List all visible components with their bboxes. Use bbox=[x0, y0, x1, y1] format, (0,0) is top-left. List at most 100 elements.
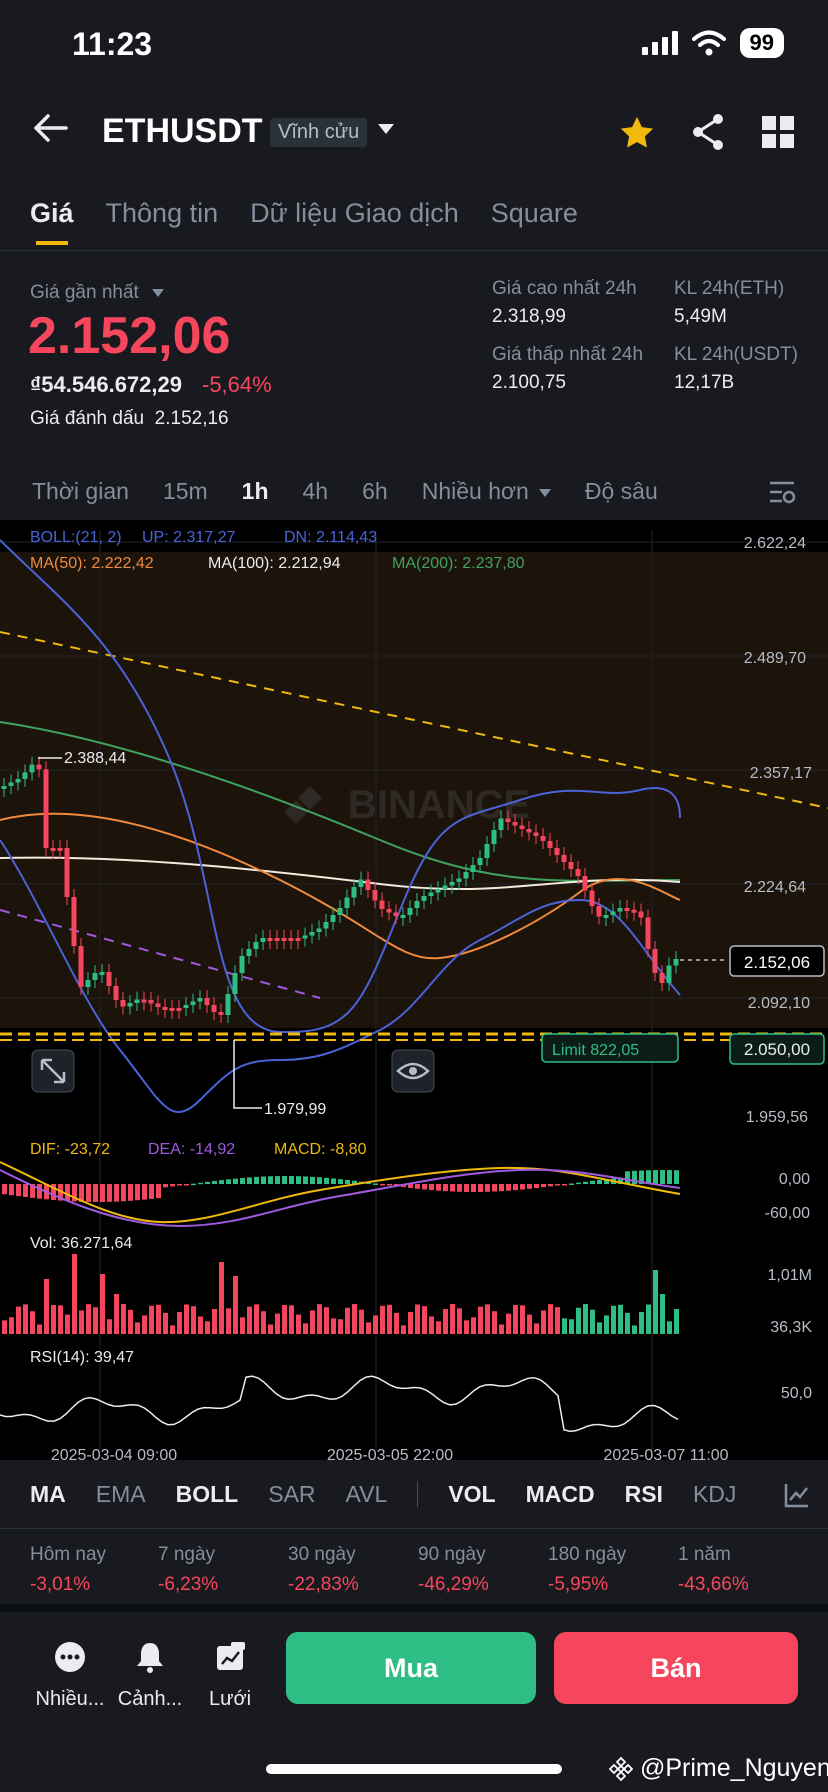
indicator-boll[interactable]: BOLL bbox=[176, 1481, 239, 1508]
perf-label: 90 ngày bbox=[418, 1544, 486, 1565]
vol-usdt-value: 12,17B bbox=[674, 372, 735, 393]
caret-down-icon[interactable] bbox=[152, 289, 164, 297]
chevron-down-icon[interactable] bbox=[378, 124, 394, 134]
candle-body bbox=[141, 999, 147, 1003]
layout-grid-icon[interactable] bbox=[762, 116, 794, 148]
macd-bar bbox=[142, 1184, 147, 1200]
indicator-macd[interactable]: MACD bbox=[526, 1481, 595, 1508]
tab-square[interactable]: Square bbox=[491, 198, 578, 229]
volume-bar bbox=[254, 1304, 259, 1334]
interval-15m[interactable]: 15m bbox=[163, 478, 208, 505]
macd-bar bbox=[240, 1177, 245, 1184]
more-tools-button[interactable]: Nhiều... bbox=[30, 1640, 110, 1711]
macd-bar bbox=[457, 1184, 462, 1192]
macd-bar bbox=[191, 1183, 196, 1186]
candle-body bbox=[323, 922, 329, 929]
visibility-button[interactable] bbox=[391, 1049, 435, 1093]
back-arrow-icon[interactable] bbox=[30, 108, 70, 148]
indicator-sar[interactable]: SAR bbox=[268, 1481, 315, 1508]
perf-value: -46,29% bbox=[418, 1574, 489, 1595]
candle-body bbox=[533, 832, 539, 836]
macd-bar bbox=[226, 1179, 231, 1184]
indicator-ma[interactable]: MA bbox=[30, 1481, 66, 1508]
buy-button[interactable]: Mua bbox=[286, 1632, 536, 1704]
indicator-vol[interactable]: VOL bbox=[448, 1481, 495, 1508]
indicator-rsi[interactable]: RSI bbox=[625, 1481, 663, 1508]
volume-bar bbox=[345, 1307, 350, 1334]
pair-title[interactable]: ETHUSDT bbox=[102, 112, 263, 151]
volume-bar bbox=[492, 1311, 497, 1334]
volume-bar bbox=[408, 1311, 413, 1334]
interval-more-label: Nhiều hơn bbox=[421, 478, 529, 504]
perf-7d: 7 ngày -6,23% bbox=[158, 1544, 288, 1596]
high-24h-value: 2.318,99 bbox=[492, 306, 566, 327]
interval-more[interactable]: Nhiều hơn bbox=[422, 478, 551, 505]
volume-bar bbox=[163, 1312, 168, 1334]
depth-tab[interactable]: Độ sâu bbox=[585, 478, 658, 505]
tab-trading-data[interactable]: Dữ liệu Giao dịch bbox=[250, 198, 459, 229]
volume-bar bbox=[513, 1305, 518, 1334]
interval-time[interactable]: Thời gian bbox=[32, 478, 129, 505]
volume-bar bbox=[667, 1321, 672, 1334]
volume-bar bbox=[9, 1317, 14, 1334]
chart-settings-icon[interactable] bbox=[768, 478, 796, 506]
candle-body bbox=[183, 1005, 189, 1008]
tab-info[interactable]: Thông tin bbox=[106, 198, 219, 229]
alert-button[interactable]: Cảnh... bbox=[110, 1640, 190, 1711]
volume-bar bbox=[191, 1306, 196, 1334]
last-price-label[interactable]: Giá gần nhất bbox=[30, 282, 139, 304]
macd-bar bbox=[667, 1170, 672, 1184]
more-dots-icon bbox=[55, 1642, 85, 1672]
volume-bar bbox=[205, 1321, 210, 1334]
macd-bar bbox=[380, 1184, 385, 1186]
volume-bar bbox=[93, 1307, 98, 1334]
volume-bar bbox=[464, 1320, 469, 1334]
contract-type-badge[interactable]: Vĩnh cửu bbox=[270, 118, 368, 147]
candle-body bbox=[225, 994, 231, 1015]
candle-body bbox=[36, 764, 42, 770]
volume-bar bbox=[632, 1325, 637, 1334]
macd-bar bbox=[170, 1184, 175, 1187]
low-24h-label: Giá thấp nhất 24h bbox=[492, 344, 644, 365]
bell-icon bbox=[137, 1643, 163, 1673]
candle-body bbox=[85, 980, 91, 987]
volume-bar bbox=[177, 1311, 182, 1334]
volume-bar bbox=[506, 1313, 511, 1334]
candle-body bbox=[351, 887, 357, 898]
perf-1y: 1 năm -43,66% bbox=[678, 1544, 788, 1596]
indicator-settings-icon[interactable] bbox=[784, 1482, 810, 1508]
grid-trading-button[interactable]: Lưới bbox=[190, 1640, 270, 1711]
tab-price[interactable]: Giá bbox=[30, 198, 74, 245]
macd-bar bbox=[177, 1184, 182, 1186]
volume-bar bbox=[415, 1304, 420, 1334]
volume-bar bbox=[324, 1307, 329, 1334]
volume-bar bbox=[366, 1322, 371, 1334]
volume-bar bbox=[198, 1316, 203, 1334]
divider bbox=[0, 250, 828, 251]
interval-6h[interactable]: 6h bbox=[362, 478, 388, 505]
macd-bar bbox=[569, 1183, 574, 1186]
macd-bar bbox=[520, 1184, 525, 1190]
interval-1h[interactable]: 1h bbox=[242, 478, 269, 505]
star-icon[interactable] bbox=[618, 114, 656, 152]
candle-body bbox=[673, 959, 679, 966]
macd-bar bbox=[275, 1176, 280, 1184]
macd-bar bbox=[674, 1170, 679, 1184]
indicator-kdj[interactable]: KDJ bbox=[693, 1481, 736, 1508]
candle-body bbox=[134, 999, 140, 1003]
y-axis-label: 1.959,56 bbox=[746, 1109, 808, 1126]
candle-body bbox=[120, 1000, 126, 1007]
volume-legend: Vol: 36.271,64 bbox=[30, 1235, 132, 1252]
candle-body bbox=[281, 938, 287, 941]
indicator-avl[interactable]: AVL bbox=[346, 1481, 388, 1508]
candle-body bbox=[246, 949, 252, 956]
candle-body bbox=[631, 909, 637, 913]
price-chart[interactable]: BINANCE BOLL:(21, 2) UP: 2.317,27 DN: 2.… bbox=[0, 520, 828, 1464]
fullscreen-button[interactable] bbox=[31, 1049, 75, 1093]
sell-button[interactable]: Bán bbox=[554, 1632, 798, 1704]
interval-4h[interactable]: 4h bbox=[303, 478, 329, 505]
home-indicator[interactable] bbox=[266, 1764, 562, 1774]
chart-svg[interactable]: BINANCE BOLL:(21, 2) UP: 2.317,27 DN: 2.… bbox=[0, 520, 828, 1464]
indicator-ema[interactable]: EMA bbox=[96, 1481, 146, 1508]
share-icon[interactable] bbox=[690, 112, 726, 152]
